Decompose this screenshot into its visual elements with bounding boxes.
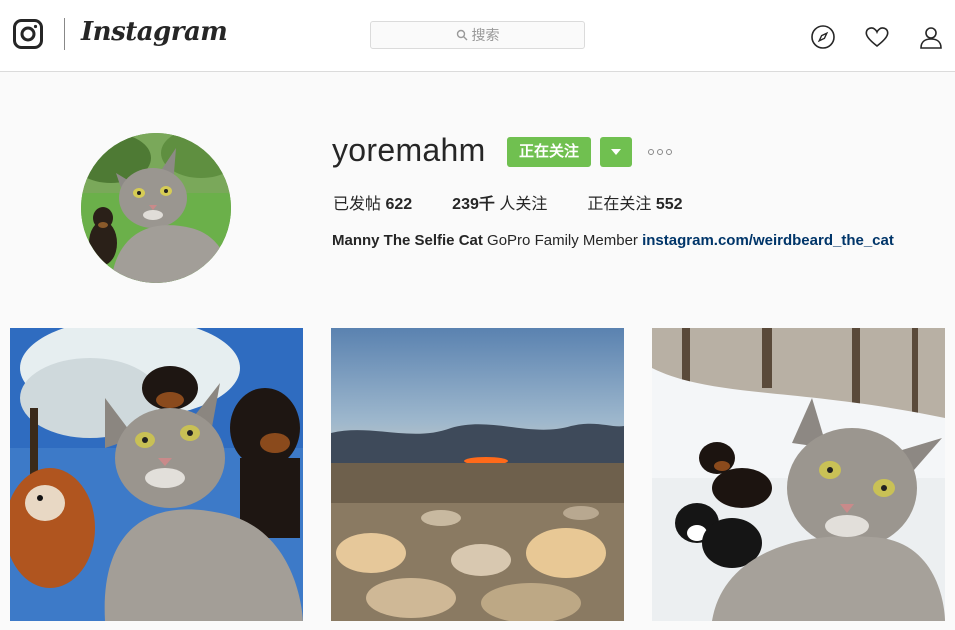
search-placeholder: 搜索	[471, 27, 500, 43]
following-value: 552	[655, 196, 683, 213]
post-image-cat-dogs-selfie	[10, 328, 303, 621]
bio-website-link[interactable]: instagram.com/weirdbeard_the_cat	[642, 232, 894, 249]
follow-options-dropdown[interactable]	[600, 137, 632, 167]
chevron-down-icon	[611, 149, 621, 155]
posts-value: 622	[385, 196, 413, 213]
user-icon[interactable]	[918, 24, 944, 50]
posts-count: 已发帖 622	[333, 190, 412, 214]
search-input[interactable]: 搜索	[370, 21, 585, 49]
bio-text: GoPro Family Member	[487, 232, 638, 249]
post-thumbnail[interactable]	[331, 328, 624, 621]
profile-stats: 已发帖 622 239千 人关注 正在关注 552	[333, 190, 723, 214]
posts-label: 已发帖	[333, 196, 382, 213]
logo-divider	[64, 18, 65, 50]
post-thumbnail[interactable]	[10, 328, 303, 621]
post-image-snow-cat-dogs	[652, 328, 945, 621]
top-navigation: Instagram 搜索	[0, 0, 955, 72]
followers-label: 人关注	[499, 196, 548, 213]
post-image-beach-sunset	[331, 328, 624, 621]
instagram-logo-icon[interactable]	[13, 19, 43, 49]
compass-icon[interactable]	[810, 24, 836, 50]
search-icon	[456, 29, 467, 41]
following-label: 正在关注	[587, 196, 652, 213]
more-options-icon[interactable]	[647, 144, 673, 160]
avatar[interactable]	[81, 133, 231, 283]
profile-bio: Manny The Selfie Cat GoPro Family Member…	[332, 232, 894, 249]
followers-value: 239千	[452, 196, 495, 213]
followers-count[interactable]: 239千 人关注	[452, 190, 547, 214]
instagram-wordmark[interactable]: Instagram	[81, 17, 228, 47]
following-button[interactable]: 正在关注	[507, 137, 592, 167]
following-count[interactable]: 正在关注 552	[587, 190, 682, 214]
profile-username: yoremahm	[332, 132, 486, 168]
avatar-photo	[81, 133, 231, 283]
bio-full-name: Manny The Selfie Cat	[332, 232, 483, 249]
post-thumbnail[interactable]	[652, 328, 945, 621]
heart-icon[interactable]	[864, 24, 890, 50]
